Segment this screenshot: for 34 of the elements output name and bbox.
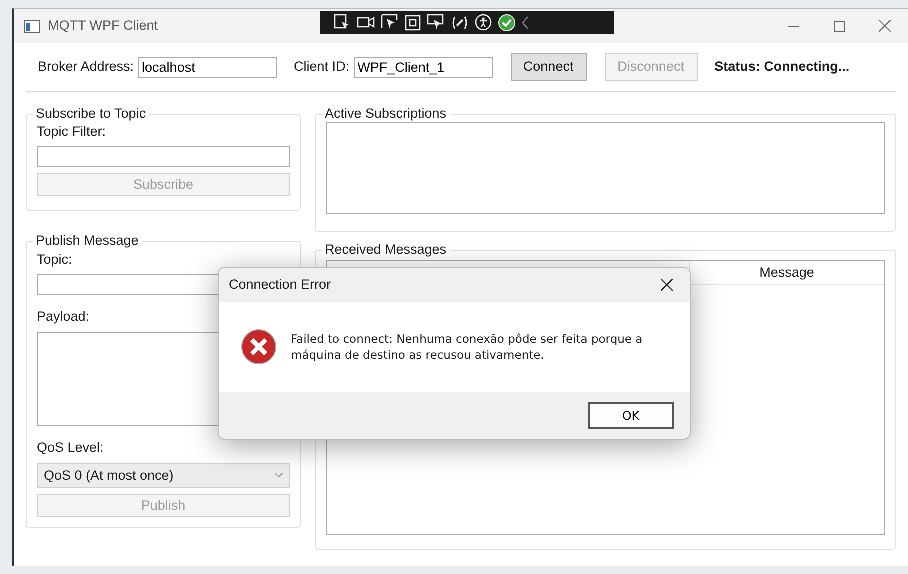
binding-icon[interactable] — [451, 14, 469, 30]
maximize-icon — [834, 20, 844, 32]
field-label: Topic: — [37, 250, 74, 269]
status-text: Status: Connecting... — [714, 58, 850, 76]
error-icon — [241, 329, 277, 365]
app-icon — [24, 20, 40, 32]
group-title: Publish Message — [35, 233, 140, 250]
error-message: Failed to connect: Nenhuma conexão pôde ser feita porque a máquina de destino as recusou ativamente. — [291, 330, 644, 364]
field-label: Payload: — [37, 308, 91, 326]
push-button[interactable]: Connect — [510, 53, 587, 81]
accessibility-icon[interactable] — [475, 14, 492, 31]
select-element-icon[interactable] — [334, 14, 351, 31]
topic-filter-field[interactable] — [37, 146, 290, 168]
client-id-field[interactable]: WPF_Client_1 — [354, 56, 493, 78]
field-label: QoS Level: — [37, 439, 105, 458]
group-title: Received Messages — [324, 242, 448, 258]
pointer-frame-icon[interactable] — [427, 14, 445, 31]
check-circle-icon[interactable] — [498, 14, 516, 32]
square-icon[interactable] — [405, 14, 421, 30]
close-icon — [879, 20, 891, 32]
group-title: Active Subscriptions — [324, 106, 448, 122]
close-icon — [661, 279, 673, 291]
ok-button[interactable]: OK — [588, 402, 674, 429]
dialog-title: Connection Error — [229, 276, 332, 294]
field-label: Broker Address: — [38, 58, 134, 76]
video-camera-icon[interactable] — [357, 16, 375, 29]
window-title: MQTT WPF Client — [48, 16, 158, 35]
field-label: Topic Filter: — [37, 123, 108, 142]
group-title: Subscribe to Topic — [35, 106, 148, 122]
pointer-icon[interactable] — [381, 14, 399, 31]
field-label: Client ID: — [294, 58, 350, 76]
chevron-down-icon — [275, 473, 283, 478]
collapse-chevron-icon[interactable] — [522, 16, 530, 30]
broker-address-field[interactable]: localhost — [138, 56, 278, 78]
